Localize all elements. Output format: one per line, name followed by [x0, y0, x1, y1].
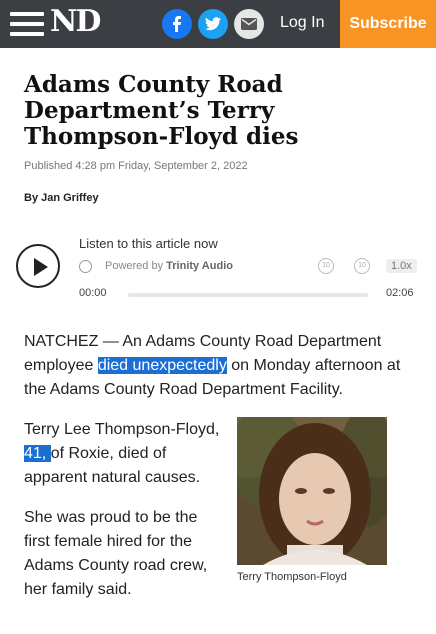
- byline[interactable]: By Jan Griffey: [24, 192, 99, 204]
- forward-label: 10: [358, 262, 366, 269]
- powered-by[interactable]: Powered by Trinity Audio: [105, 260, 233, 272]
- email-icon[interactable]: [234, 9, 264, 39]
- published-date: Published 4:28 pm Friday, September 2, 2…: [24, 160, 248, 172]
- audio-player: Listen to this article now Powered by Tr…: [16, 232, 422, 302]
- rewind-label: 10: [322, 262, 330, 269]
- progress-track[interactable]: [128, 293, 368, 297]
- article-paragraph-2: Terry Lee Thompson-Floyd, 41, of Roxie, …: [24, 418, 224, 490]
- play-icon[interactable]: [16, 244, 60, 288]
- login-link[interactable]: Log In: [280, 14, 324, 32]
- article-paragraph-1: NATCHEZ — An Adams County Road Departmen…: [24, 330, 416, 402]
- p2-text-b: of Roxie, died of apparent natural cause…: [24, 445, 201, 486]
- subscribe-button[interactable]: Subscribe: [340, 0, 436, 48]
- rewind-10-icon[interactable]: 10: [318, 258, 334, 274]
- p2-text-a: Terry Lee Thompson-Floyd,: [24, 421, 220, 438]
- twitter-icon[interactable]: [198, 9, 228, 39]
- facebook-icon[interactable]: [162, 9, 192, 39]
- powered-brand: Trinity Audio: [166, 260, 233, 272]
- duration: 02:06: [386, 287, 414, 299]
- site-header: ND Log In Subscribe: [0, 0, 436, 48]
- current-time: 00:00: [79, 287, 107, 299]
- selected-age: 41,: [24, 445, 51, 462]
- menu-icon[interactable]: [10, 12, 44, 36]
- playback-speed-button[interactable]: 1.0x: [386, 259, 417, 273]
- article-paragraph-3: She was proud to be the first female hir…: [24, 509, 208, 598]
- globe-icon: [79, 260, 92, 273]
- listen-label: Listen to this article now: [79, 236, 218, 251]
- powered-prefix: Powered by: [105, 260, 164, 272]
- article-headline: Adams County Road Department’s Terry Tho…: [24, 71, 299, 150]
- selected-text: died unexpectedly: [97, 357, 227, 374]
- forward-10-icon[interactable]: 10: [354, 258, 370, 274]
- photo-caption: Terry Thompson-Floyd: [237, 571, 347, 583]
- article-photo[interactable]: [237, 417, 387, 565]
- site-logo[interactable]: ND: [50, 4, 101, 39]
